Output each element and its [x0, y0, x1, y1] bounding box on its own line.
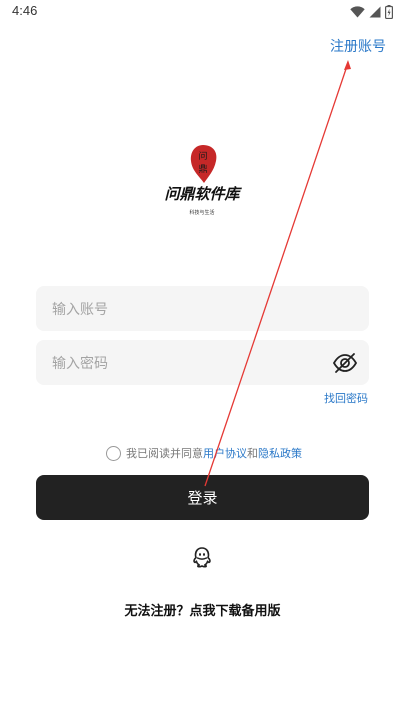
- backup-download-link[interactable]: 无法注册？点我下载备用版: [0, 600, 405, 619]
- agreement-prefix-text: 我已阅读并同意: [126, 447, 203, 460]
- wifi-icon: [350, 6, 365, 18]
- user-agreement-link[interactable]: 用户协议: [203, 445, 247, 461]
- privacy-policy-link[interactable]: 隐私政策: [258, 445, 302, 461]
- app-logo: 问 鼎 问鼎软件库 科技与生活: [164, 145, 242, 216]
- agreement-checkbox[interactable]: [106, 445, 121, 461]
- status-time: 4:46: [12, 3, 38, 18]
- status-icons: [350, 4, 393, 20]
- agreement-conjunction-text: 和: [247, 447, 258, 460]
- logo-badge-top-text: 问: [198, 150, 207, 162]
- logo-badge-bottom-text: 鼎: [198, 164, 207, 175]
- agreement-row: 我已阅读并同意 用户协议 和 隐私政策: [106, 444, 302, 462]
- forgot-password-link[interactable]: 找回密码: [324, 390, 368, 406]
- account-field: [36, 286, 369, 333]
- eye-off-icon[interactable]: [332, 350, 358, 376]
- password-field: [36, 340, 369, 387]
- status-bar: 4:46: [0, 0, 405, 24]
- login-button[interactable]: 登录: [36, 475, 369, 520]
- logo-name-text: 问鼎软件库: [164, 185, 242, 203]
- password-input[interactable]: [50, 340, 324, 387]
- battery-icon: [385, 5, 393, 19]
- logo-tagline-text: 科技与生活: [189, 209, 214, 216]
- account-input[interactable]: [50, 286, 324, 333]
- qq-icon[interactable]: [191, 546, 213, 568]
- signal-icon: [369, 6, 381, 18]
- register-account-link[interactable]: 注册账号: [330, 36, 386, 56]
